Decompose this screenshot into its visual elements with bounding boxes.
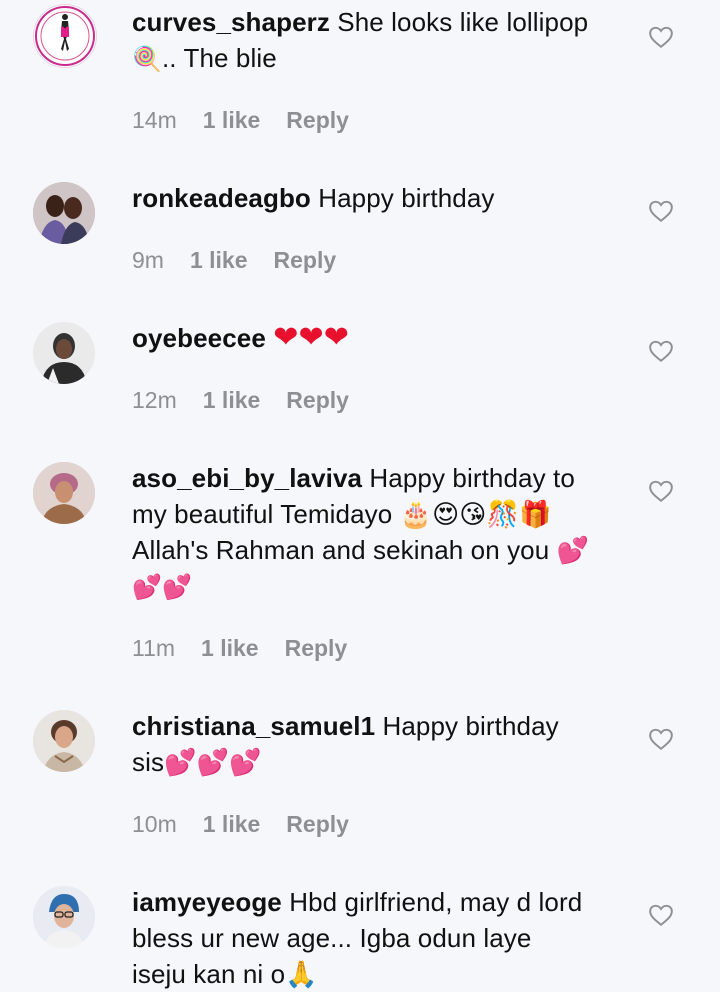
comment-meta: 10m 1 like Reply <box>132 811 349 838</box>
comment-username[interactable]: aso_ebi_by_laviva <box>132 463 362 493</box>
like-count-link[interactable]: 1 like <box>203 811 261 838</box>
comment-text-line: sis💕💕💕 <box>132 747 262 777</box>
heart-outline-icon[interactable] <box>648 24 674 50</box>
reply-button[interactable]: Reply <box>286 107 349 134</box>
comment-username[interactable]: ronkeadeagbo <box>132 183 311 213</box>
avatar[interactable] <box>33 886 95 948</box>
comment-username[interactable]: oyebeecee <box>132 323 266 353</box>
comment-username[interactable]: curves_shaperz <box>132 7 330 37</box>
lollipop-emoji: 🍭 <box>132 45 162 73</box>
comment-meta: 14m 1 like Reply <box>132 107 349 134</box>
avatar[interactable] <box>33 710 95 772</box>
comment-text-line: my beautiful Temidayo 🎂😍😘🎊🎁 <box>132 499 552 529</box>
comment-age: 12m <box>132 387 177 413</box>
comment-age: 10m <box>132 811 177 837</box>
reply-button[interactable]: Reply <box>286 811 349 838</box>
comment-text: Hbd girlfriend, may d lord <box>289 887 583 917</box>
comment-text: She looks like lollipop <box>337 7 589 37</box>
heart-outline-icon[interactable] <box>648 198 674 224</box>
like-count-link[interactable]: 1 like <box>190 247 248 274</box>
reply-button[interactable]: Reply <box>285 635 348 662</box>
hearts-emoji: 💕💕 <box>132 573 192 601</box>
avatar[interactable] <box>33 4 97 68</box>
comment-username[interactable]: christiana_samuel1 <box>132 711 375 741</box>
comment-text: Happy birthday to <box>369 463 575 493</box>
reply-button[interactable]: Reply <box>274 247 337 274</box>
comment-text-line: bless ur new age... Igba odun laye <box>132 923 532 953</box>
comment-age: 11m <box>132 635 176 661</box>
avatar[interactable] <box>33 182 95 244</box>
comment-meta: 11m 1 like Reply <box>132 635 347 662</box>
comment-text-line: Allah's Rahman and sekinah on you 💕 <box>132 535 590 565</box>
comment-text-cont: .. The blie <box>161 43 277 73</box>
avatar[interactable] <box>33 462 95 524</box>
comment-text-line: iseju kan ni o🙏 <box>132 959 318 989</box>
like-count-link[interactable]: 1 like <box>203 107 261 134</box>
avatar[interactable] <box>33 322 95 384</box>
comment-age: 14m <box>132 107 177 133</box>
heart-outline-icon[interactable] <box>648 726 674 752</box>
heart-outline-icon[interactable] <box>648 902 674 928</box>
heart-outline-icon[interactable] <box>648 478 674 504</box>
comment-username[interactable]: iamyeyeoge <box>132 887 282 917</box>
like-count-link[interactable]: 1 like <box>203 387 261 414</box>
comment-text: Happy birthday <box>382 711 559 741</box>
comment-meta: 9m 1 like Reply <box>132 247 336 274</box>
comments-feed: curves_shaperz She looks like lollipop 🍭… <box>0 0 720 992</box>
hearts-emoji: ❤❤❤ <box>273 320 349 355</box>
like-count-link[interactable]: 1 like <box>201 635 259 662</box>
comment-text: Happy birthday <box>318 183 495 213</box>
comment-meta: 12m 1 like Reply <box>132 387 349 414</box>
reply-button[interactable]: Reply <box>286 387 349 414</box>
comment-age: 9m <box>132 247 164 273</box>
heart-outline-icon[interactable] <box>648 338 674 364</box>
